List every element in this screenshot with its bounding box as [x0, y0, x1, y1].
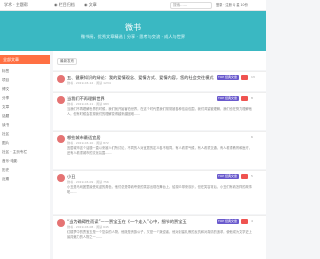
- sidebar-item[interactable]: 文章: [2, 105, 9, 110]
- avatar: [57, 174, 65, 182]
- post-item[interactable]: 哪些城市最适宜居 微书 · 2019-03-10 · 阅读 872 宜居城市这个…: [53, 131, 266, 169]
- articles-link[interactable]: ◉ 文章: [84, 1, 97, 9]
- avatar: [57, 75, 65, 83]
- comment-count: 5: [251, 174, 253, 178]
- sidebar-item[interactable]: 博文: [2, 87, 9, 92]
- post-item[interactable]: “当为确碍性而读”——贾宝玉在《一个走入”心中，细节的贾宝玉 微书 · 2019…: [53, 215, 266, 259]
- post-list: 最新发布 五、健康知识的辩论：我的爱情观念、爱情方式、爱情内容，您的社会交往模式…: [53, 51, 266, 259]
- sidebar-item[interactable]: 读书: [2, 123, 9, 128]
- sidebar-item[interactable]: 社区: [2, 132, 9, 137]
- header-banner: 微书 微书阅，优秀文章精选 | 分享 · 思考与交流 · 成人与世界: [0, 11, 266, 51]
- sidebar-item[interactable]: 项目: [2, 78, 9, 83]
- post-tag[interactable]: TOP 经典文章: [217, 75, 239, 80]
- sidebar: 全部文章 标签 项目 博文 分享 文章 话题 读书 社区 图片 社区 · 主页专…: [0, 51, 50, 259]
- hot-badge: [241, 96, 248, 101]
- post-meta: 微书 · 2019-03-11 · 阅读 983: [67, 102, 109, 106]
- site-title: 微书: [125, 23, 141, 32]
- post-meta: 微书 · 2019-03-10 · 阅读 872: [67, 141, 109, 145]
- sidebar-item[interactable]: 近期: [2, 177, 9, 182]
- sidebar-item[interactable]: 图片: [2, 141, 9, 146]
- sidebar-item[interactable]: 历史: [2, 168, 9, 173]
- post-excerpt: 小丑是马戏团里最受欢迎的角色，他们总是带着夸张的笑容出现在舞台上，给观众带来欢乐…: [67, 185, 252, 194]
- archive-link[interactable]: ◉ 栏目归档: [54, 1, 75, 9]
- search-input[interactable]: 搜索……: [170, 2, 212, 9]
- site-subtitle: 微书阅，优秀文章精选 | 分享 · 思考与交流 · 成人与世界: [80, 34, 186, 39]
- post-excerpt: 当我们不再理解世界的时候，我们就开始害怕世界，在这个时代里我们常常被各种信息包围…: [67, 107, 252, 116]
- post-excerpt: 红楼梦中的贾宝玉是一个复杂的人物，他既是贵族公子，又是一个叛逆者，他对封建礼教的…: [67, 230, 252, 239]
- comment-count: 6: [251, 135, 253, 139]
- post-meta: 微书 · 2019-03-09 · 阅读 756: [67, 180, 109, 184]
- sidebar-item[interactable]: 音乐·电影: [2, 159, 18, 164]
- post-tag[interactable]: TOP 经典文章: [217, 96, 239, 101]
- comment-count: 13: [251, 75, 255, 79]
- hot-badge: [241, 219, 248, 224]
- post-meta: 微书 · 2019-03-08 · 阅读 645: [67, 225, 109, 229]
- avatar: [57, 96, 65, 104]
- sidebar-item[interactable]: 分享: [2, 96, 9, 101]
- home-link[interactable]: 学术 · 主题帮: [4, 1, 28, 9]
- post-item[interactable]: 小丑 微书 · 2019-03-09 · 阅读 756 小丑是马戏团里最受欢迎的…: [53, 170, 266, 214]
- sidebar-item[interactable]: 社区 · 主页专栏: [2, 150, 27, 155]
- post-item[interactable]: 当我们不再理解世界 微书 · 2019-03-11 · 阅读 983 当我们不再…: [53, 92, 266, 130]
- avatar: [57, 219, 65, 227]
- post-item[interactable]: 五、健康知识的辩论：我的爱情观念、爱情方式、爱情内容，您的社会交往模式 微书 ·…: [53, 71, 266, 91]
- sidebar-item[interactable]: 标签: [2, 69, 9, 74]
- sidebar-item-all[interactable]: 全部文章: [0, 55, 50, 64]
- user-links[interactable]: 登录 · 注册 Q 星 10份: [216, 1, 248, 9]
- post-tag[interactable]: TOP 经典文章: [217, 219, 239, 224]
- comment-count: 8: [251, 96, 253, 100]
- hot-badge: [241, 75, 248, 80]
- sort-dropdown[interactable]: 最新发布: [57, 58, 77, 65]
- hot-badge: [241, 174, 248, 179]
- sidebar-item[interactable]: 话题: [2, 114, 9, 119]
- avatar: [57, 135, 65, 143]
- list-header: 最新发布: [53, 51, 266, 70]
- comment-count: 4: [251, 219, 253, 223]
- top-navbar: 学术 · 主题帮 ◉ 栏目归档 ◉ 文章 搜索…… 登录 · 注册 Q 星 10…: [0, 0, 266, 11]
- post-tag[interactable]: TOP 经典文章: [217, 174, 239, 179]
- post-meta: 微书 · 2019-03-12 · 阅读 1234: [67, 81, 111, 85]
- post-excerpt: 宜居城市这个话题一直以来被人们所讨论，不同的人对宜居的定义各不相同，有人看重气候…: [67, 146, 252, 155]
